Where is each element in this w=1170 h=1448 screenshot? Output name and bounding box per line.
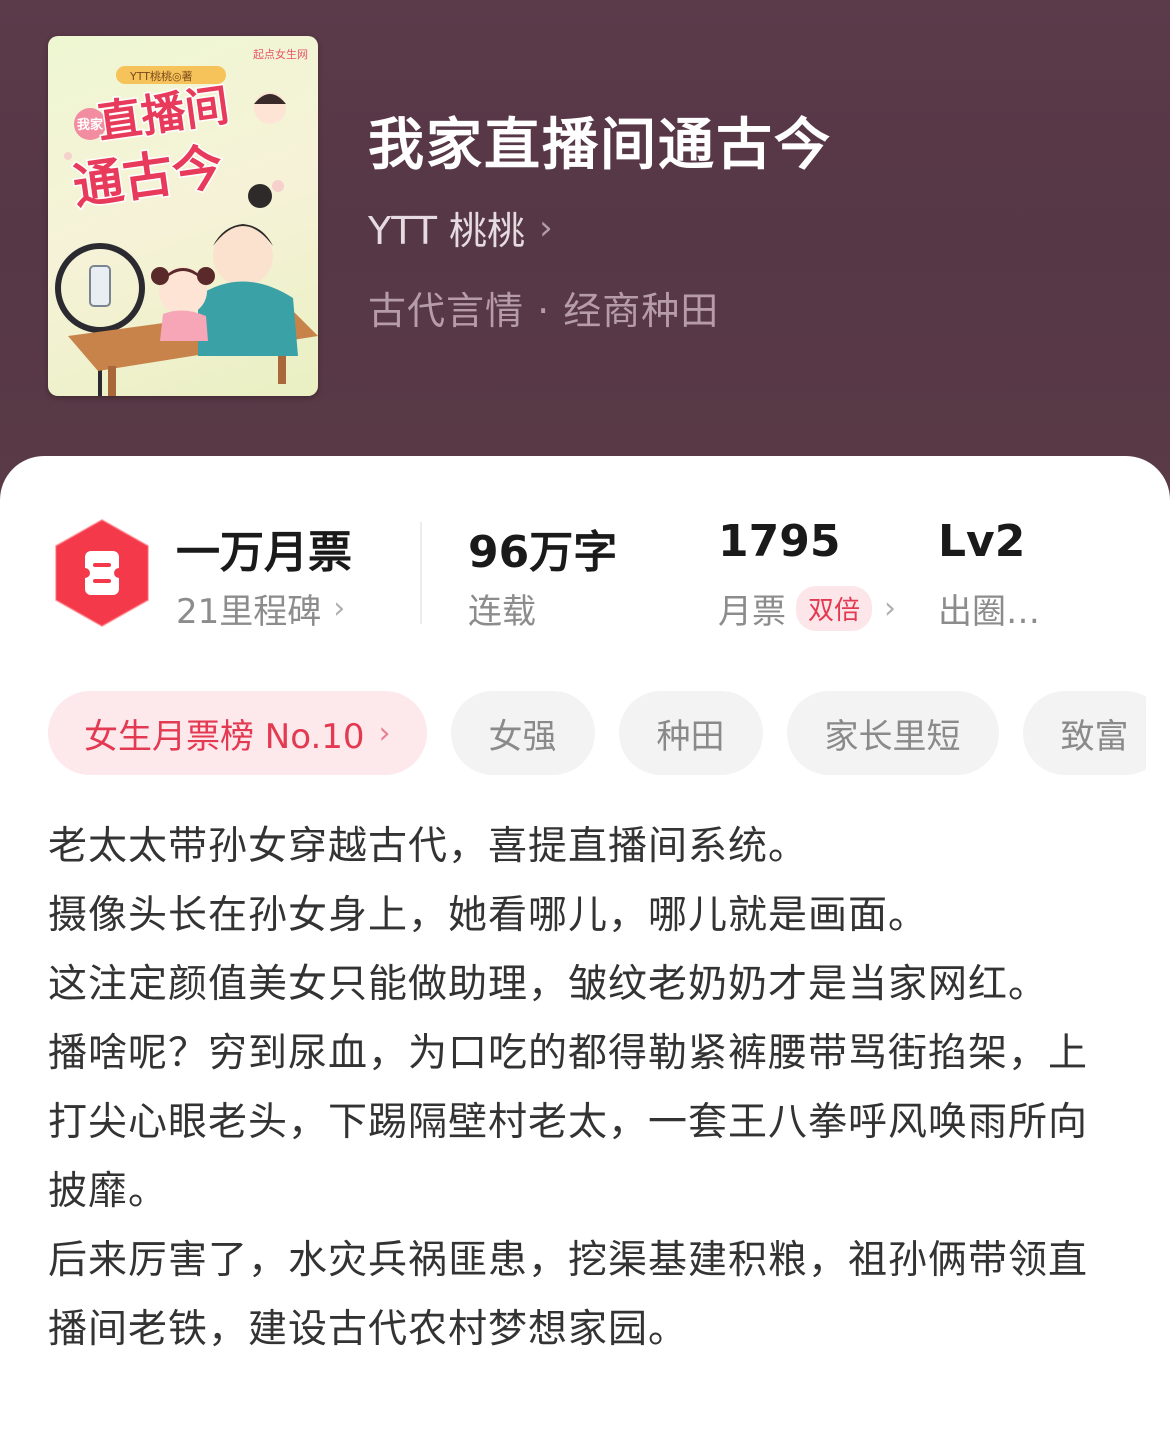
ticket-icon xyxy=(55,518,149,628)
description-paragraph: 这注定颜值美女只能做助理，皱纹老奶奶才是当家网红。 xyxy=(48,962,1049,1007)
monthly-ticket-link[interactable]: 月票 双倍 › xyxy=(718,584,896,633)
cover-publisher: 起点女生网 xyxy=(253,47,308,61)
description-paragraph: 老太太带孙女穿越古代，喜提直播间系统。 xyxy=(48,824,809,869)
cover-illustration: 起点女生网 YTT桃桃◎著 我家 直播间 通古今 xyxy=(55,47,318,396)
tag-item[interactable]: 致富 xyxy=(1022,691,1146,775)
cover-author: YTT桃桃◎著 xyxy=(129,69,193,83)
book-header: 起点女生网 YTT桃桃◎著 我家 直播间 通古今 我家直播间通古今 YTT 桃桃… xyxy=(0,0,1170,520)
chevron-right-icon: › xyxy=(539,207,553,248)
description-paragraph: 后来厉害了，水灾兵祸匪患，挖渠基建积粮，祖孙俩带领直播间老铁，建设古代农村梦想家… xyxy=(48,1238,1089,1352)
chevron-right-icon: › xyxy=(333,591,346,626)
tag-item[interactable]: 种田 xyxy=(618,691,763,775)
author-link[interactable]: YTT 桃桃 › xyxy=(368,200,553,255)
author-name: YTT 桃桃 xyxy=(368,209,526,253)
double-badge: 双倍 xyxy=(796,586,873,631)
genre-label: 古代言情 · 经商种田 xyxy=(368,289,720,333)
book-title: 我家直播间通古今 xyxy=(368,113,832,178)
tag-list: 女生月票榜 No.10 › 女强 种田 家长里短 致富 xyxy=(48,690,1146,776)
tag-rank[interactable]: 女生月票榜 No.10 › xyxy=(48,691,427,775)
serial-status: 连载 xyxy=(468,592,536,632)
chevron-right-icon: › xyxy=(884,591,897,626)
word-count-label: 连载 xyxy=(468,584,536,633)
tag-item[interactable]: 家长里短 xyxy=(786,691,999,775)
book-description[interactable]: 老太太带孙女穿越古代，喜提直播间系统。 摄像头长在孙女身上，她看哪儿，哪儿就是画… xyxy=(48,812,1118,1364)
tag-item[interactable]: 女强 xyxy=(450,691,595,775)
cover-title-line2: 通古今 xyxy=(70,138,227,216)
level-value: Lv2 xyxy=(938,516,1026,567)
stats-row: 一万月票 21里程碑 › 96万字 连载 1795 月票 双倍 › Lv2 出圈… xyxy=(0,514,1170,634)
milestone-label: 21里程碑 xyxy=(176,592,322,632)
milestone-value: 一万月票 xyxy=(176,527,352,578)
stats-divider xyxy=(420,522,422,624)
detail-card: 一万月票 21里程碑 › 96万字 连载 1795 月票 双倍 › Lv2 出圈… xyxy=(0,456,1170,1448)
milestone-link[interactable]: 21里程碑 › xyxy=(176,584,345,633)
book-cover[interactable]: 起点女生网 YTT桃桃◎著 我家 直播间 通古今 xyxy=(48,36,318,396)
tag-label: 女生月票榜 No.10 xyxy=(84,716,365,757)
chevron-right-icon: › xyxy=(378,715,391,751)
description-paragraph: 摄像头长在孙女身上，她看哪儿，哪儿就是画面。 xyxy=(48,893,929,938)
monthly-ticket-value: 1795 xyxy=(718,516,841,567)
word-count-value: 96万字 xyxy=(468,527,618,578)
book-detail-page: 起点女生网 YTT桃桃◎著 我家 直播间 通古今 我家直播间通古今 YTT 桃桃… xyxy=(0,0,1170,1448)
description-paragraph: 播啥呢？穷到尿血，为口吃的都得勒紧裤腰带骂街掐架，上打尖心眼老头，下踢隔壁村老太… xyxy=(48,1031,1089,1214)
level-link[interactable]: 出圈… xyxy=(938,584,1040,633)
monthly-ticket-label: 月票 xyxy=(718,592,786,632)
level-label: 出圈… xyxy=(938,592,1040,632)
